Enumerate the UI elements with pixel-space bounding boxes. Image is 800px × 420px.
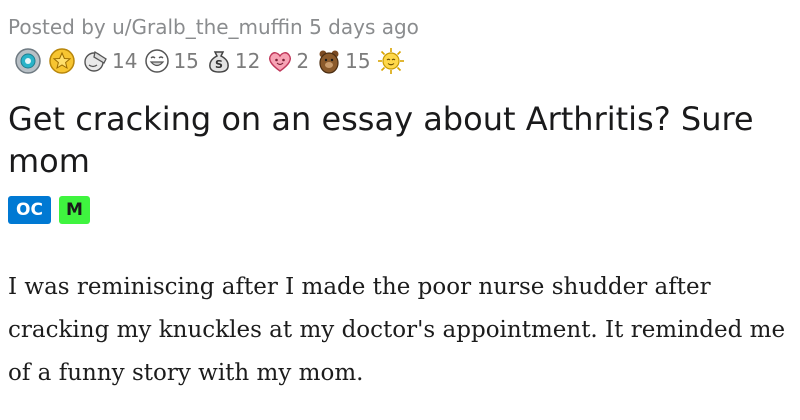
award-count: 14: [112, 49, 138, 73]
award-count: 15: [345, 49, 371, 73]
award-count: 15: [173, 49, 199, 73]
sun-face-icon: [377, 48, 404, 74]
svg-text:S: S: [215, 58, 223, 71]
awards-row[interactable]: 14 15 S 12 2 15: [14, 44, 800, 78]
post-body: I was reminiscing after I made the poor …: [8, 274, 786, 386]
laughing-face-award[interactable]: 15: [143, 47, 199, 75]
post-container: Posted by u/Gralb_the_muffin 5 days ago …: [0, 0, 800, 395]
gold-star-icon: [49, 48, 75, 74]
heart-face-award[interactable]: 2: [266, 47, 309, 75]
bear-award[interactable]: 15: [315, 47, 371, 75]
silver-badge-icon: [15, 48, 41, 74]
facepalm-icon: [84, 50, 107, 72]
flair-row: OC M: [8, 196, 800, 224]
bear-icon: [319, 50, 339, 74]
oc-flair[interactable]: OC: [8, 196, 51, 224]
silver-badge-award[interactable]: [14, 47, 42, 75]
money-bag-award[interactable]: S 12: [205, 47, 260, 75]
post-title[interactable]: Get cracking on an essay about Arthritis…: [8, 98, 788, 182]
facepalm-award[interactable]: 14: [82, 47, 137, 75]
post-meta[interactable]: Posted by u/Gralb_the_muffin 5 days ago: [8, 14, 800, 40]
gold-star-award[interactable]: [48, 47, 76, 75]
money-bag-icon: S: [209, 51, 229, 73]
award-count: 12: [234, 49, 261, 73]
sun-face-award[interactable]: [377, 47, 405, 75]
heart-face-icon: [269, 52, 292, 72]
m-flair[interactable]: M: [58, 196, 90, 224]
laughing-face-icon: [145, 49, 170, 73]
award-count: 2: [296, 49, 310, 73]
